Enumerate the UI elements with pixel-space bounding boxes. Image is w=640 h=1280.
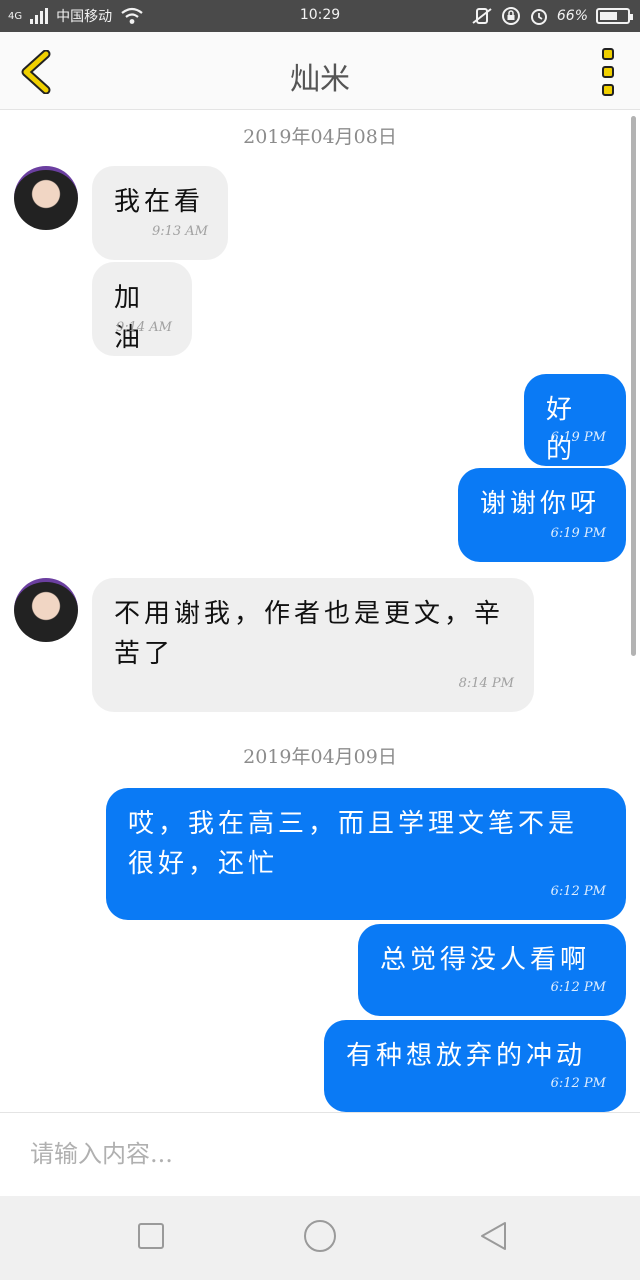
date-separator: 2019年04月09日 <box>243 746 397 768</box>
message-time: 6:19 PM <box>550 526 606 541</box>
chat-header: 灿米 <box>0 32 640 110</box>
avatar[interactable] <box>14 578 78 642</box>
battery-icon <box>596 8 633 24</box>
alarm-icon <box>530 9 547 25</box>
message-time: 9:14 AM <box>115 320 172 335</box>
message-time: 8:14 PM <box>458 676 514 691</box>
chat-area[interactable]: 2019年04月08日 我在看 9:13 AM 加油 9:14 AM 好的 6:… <box>0 110 640 1112</box>
incoming-message[interactable]: 不用谢我，作者也是更文，辛苦了 8:14 PM <box>92 578 534 712</box>
outgoing-message[interactable]: 哎，我在高三，而且学理文笔不是很好，还忙 6:12 PM <box>106 788 626 920</box>
lock-rotation-icon <box>501 7 520 25</box>
more-options-button[interactable] <box>602 48 620 96</box>
menu-dot-icon <box>602 48 614 60</box>
home-icon[interactable] <box>304 1220 336 1252</box>
menu-dot-icon <box>602 84 614 96</box>
outgoing-message[interactable]: 有种想放弃的冲动 6:12 PM <box>324 1020 626 1112</box>
date-separator: 2019年04月08日 <box>243 126 397 148</box>
outgoing-message[interactable]: 好的 6:19 PM <box>524 374 626 466</box>
message-input[interactable] <box>28 1131 608 1177</box>
message-time: 6:19 PM <box>550 430 606 445</box>
vibrate-off-icon <box>472 8 492 24</box>
recent-apps-icon[interactable] <box>138 1223 164 1249</box>
message-time: 6:12 PM <box>550 1076 606 1091</box>
outgoing-message[interactable]: 谢谢你呀 6:19 PM <box>458 468 626 562</box>
scrollbar[interactable] <box>631 116 636 656</box>
battery-level <box>600 12 618 20</box>
message-input-bar <box>0 1112 640 1196</box>
incoming-message[interactable]: 我在看 9:13 AM <box>92 166 228 260</box>
message-time: 6:12 PM <box>550 884 606 899</box>
battery-percent: 66% <box>556 8 588 24</box>
outgoing-message[interactable]: 总觉得没人看啊 6:12 PM <box>358 924 626 1016</box>
back-triangle-icon[interactable] <box>478 1220 508 1252</box>
avatar[interactable] <box>14 166 78 230</box>
menu-dot-icon <box>602 66 614 78</box>
message-text: 哎，我在高三，而且学理文笔不是很好，还忙 <box>128 809 579 879</box>
message-text: 不用谢我，作者也是更文，辛苦了 <box>114 599 505 669</box>
message-time: 9:13 AM <box>151 224 208 239</box>
message-time: 6:12 PM <box>550 980 606 995</box>
status-bar: 4G 中国移动 10:29 66% <box>0 0 640 32</box>
incoming-message[interactable]: 加油 9:14 AM <box>92 262 192 356</box>
system-nav-bar <box>0 1196 640 1280</box>
contact-name: 灿米 <box>290 62 350 97</box>
status-right: 66% <box>471 6 633 26</box>
